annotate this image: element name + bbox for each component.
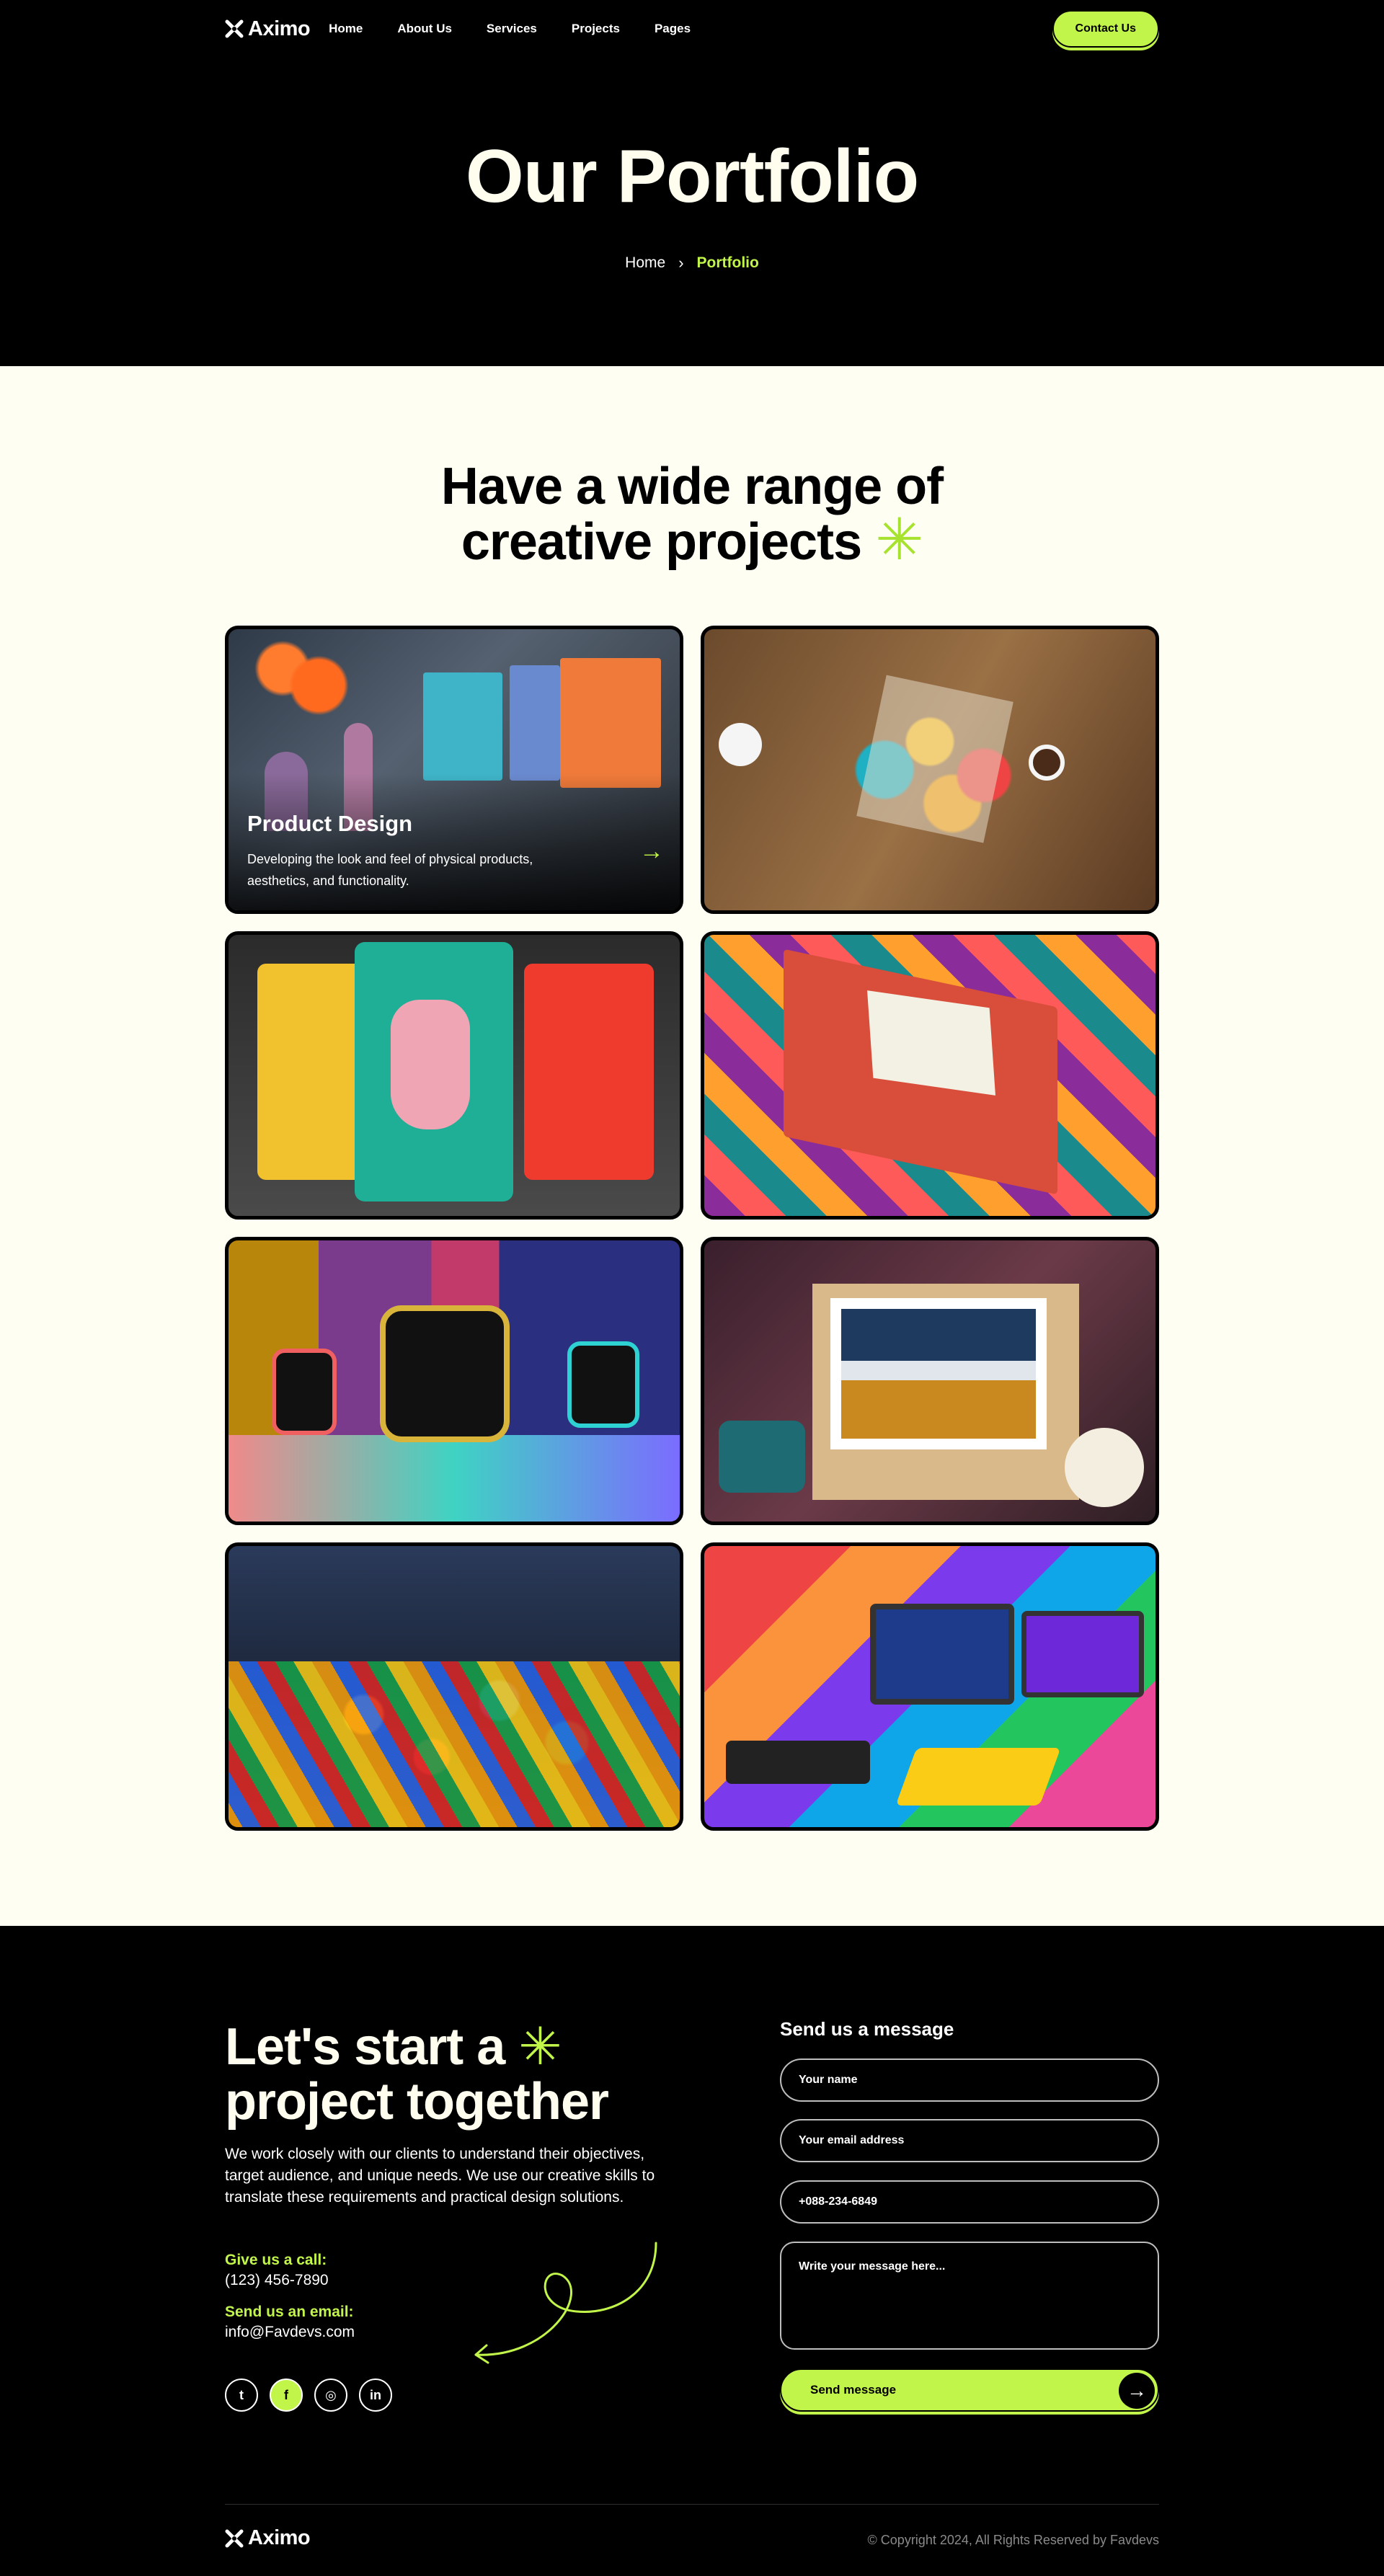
phone-number[interactable]: (123) 456-7890 <box>225 2272 329 2289</box>
portfolio-card-flatlay[interactable] <box>701 1237 1159 1525</box>
page-title: Our Portfolio <box>465 135 919 218</box>
phone-field[interactable] <box>780 2180 1159 2224</box>
box-label-image <box>867 990 995 1096</box>
email-label: Send us an email: <box>225 2304 354 2320</box>
package-image <box>423 672 502 781</box>
asterisk-icon: ✳ <box>518 2018 562 2076</box>
laptop-image <box>870 1604 1014 1705</box>
asterisk-icon: ✳ <box>875 507 923 572</box>
linkedin-icon[interactable]: in <box>359 2379 392 2412</box>
tray-image <box>719 1421 805 1493</box>
portfolio-card-devices[interactable] <box>701 1542 1159 1831</box>
keyboard-image <box>726 1741 870 1784</box>
logo[interactable]: Aximo <box>225 17 311 41</box>
table-surface <box>229 1435 680 1522</box>
message-field[interactable] <box>780 2242 1159 2350</box>
laptop-image <box>1021 1611 1144 1697</box>
face-illustration <box>391 1000 470 1129</box>
arrow-right-icon: → <box>1119 2373 1155 2409</box>
tablet-image <box>895 1748 1061 1806</box>
call-label: Give us a call: <box>225 2252 327 2268</box>
card-title: Product Design <box>247 811 413 836</box>
portfolio-card-gift-box-packaging[interactable] <box>701 931 1159 1220</box>
nav-services[interactable]: Services <box>487 22 537 36</box>
curly-arrow-icon <box>474 2242 657 2364</box>
watch-image <box>567 1341 639 1428</box>
bowl-image <box>1065 1428 1144 1507</box>
breadcrumb-home[interactable]: Home <box>625 254 665 272</box>
portfolio-heading-line1: Have a wide range of <box>440 458 944 515</box>
portfolio-grid: Product Design Developing the look and f… <box>225 626 1159 1831</box>
puzzle-pieces-image <box>229 1661 680 1827</box>
contact-description: We work closely with our clients to unde… <box>225 2146 655 2206</box>
breadcrumb-current: Portfolio <box>696 254 759 271</box>
package-image <box>510 665 560 781</box>
cup-image <box>1029 745 1065 781</box>
logo-text: Aximo <box>248 2526 311 2549</box>
send-message-label: Send message <box>810 2383 897 2397</box>
nav-home[interactable]: Home <box>329 22 363 36</box>
portfolio-card-product-design[interactable]: Product Design Developing the look and f… <box>225 626 683 914</box>
footer-logo[interactable]: Aximo <box>225 2526 311 2550</box>
send-message-button[interactable]: Send message → <box>780 2368 1159 2412</box>
form-title: Send us a message <box>780 2018 954 2040</box>
contact-us-button[interactable]: Contact Us <box>1052 10 1159 48</box>
breadcrumb: Home › Portfolio <box>0 254 1384 272</box>
facebook-icon[interactable]: f <box>270 2379 303 2412</box>
page-header: Aximo Home About Us Services Projects Pa… <box>0 0 1384 366</box>
logo-text: Aximo <box>248 17 311 40</box>
landscape-image <box>841 1309 1036 1439</box>
nav-links: Home About Us Services Projects Pages <box>329 22 691 36</box>
nav-projects[interactable]: Projects <box>572 22 620 36</box>
nav-about[interactable]: About Us <box>397 22 452 36</box>
footer-divider <box>225 2504 1159 2505</box>
portfolio-card-collage-workshop[interactable] <box>701 626 1159 914</box>
portfolio-heading: Have a wide range of creative projects ✳ <box>0 460 1384 569</box>
portfolio-heading-line2: creative projects <box>461 513 862 571</box>
contact-heading: Let's start a ✳ project together <box>225 2018 609 2131</box>
card-description: Developing the look and feel of physical… <box>247 852 533 888</box>
name-field[interactable] <box>780 2058 1159 2102</box>
cup-image <box>719 723 762 766</box>
logo-icon <box>225 19 244 38</box>
contact-heading-line1: Let's start a <box>225 2018 505 2076</box>
social-links: t f ◎ in <box>225 2379 392 2412</box>
chevron-right-icon: › <box>678 254 684 272</box>
portfolio-section: Have a wide range of creative projects ✳… <box>0 366 1384 1926</box>
nav-pages[interactable]: Pages <box>655 22 691 36</box>
email-address[interactable]: info@Favdevs.com <box>225 2324 355 2341</box>
pouch-red-image <box>524 964 654 1180</box>
copyright-text: © Copyright 2024, All Rights Reserved by… <box>867 2533 1159 2547</box>
portfolio-card-puzzle[interactable] <box>225 1542 683 1831</box>
arrow-right-icon[interactable]: → <box>639 838 664 866</box>
contact-heading-line2: project together <box>225 2073 609 2131</box>
watch-image <box>272 1349 337 1435</box>
twitter-icon[interactable]: t <box>225 2379 258 2412</box>
portfolio-card-coffee-packaging[interactable] <box>225 931 683 1220</box>
instagram-icon[interactable]: ◎ <box>314 2379 347 2412</box>
email-field[interactable] <box>780 2119 1159 2162</box>
contact-section: Let's start a ✳ project together We work… <box>0 1926 1384 2576</box>
main-nav: Aximo Home About Us Services Projects Pa… <box>225 0 1159 58</box>
logo-icon <box>225 2529 244 2547</box>
watch-image <box>380 1305 510 1442</box>
package-image <box>560 658 661 788</box>
portfolio-card-smartwatch[interactable] <box>225 1237 683 1525</box>
paper-image <box>856 675 1013 843</box>
